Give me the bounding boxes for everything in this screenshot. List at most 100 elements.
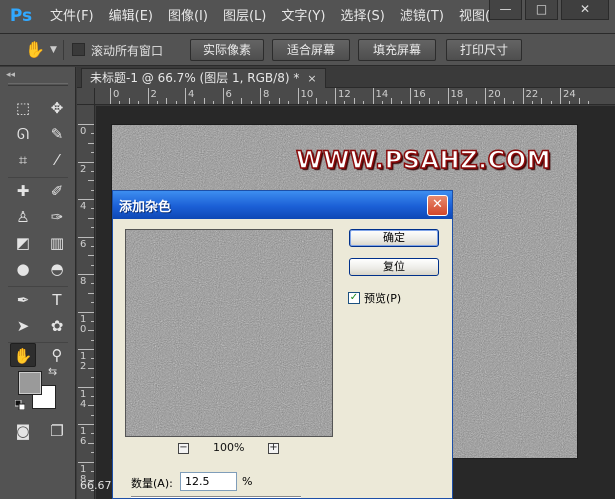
ruler-minor-tick — [91, 227, 94, 229]
menu-filter[interactable]: 滤镜(T) — [400, 0, 444, 34]
eraser-icon[interactable]: ◩ — [10, 231, 36, 255]
fit-screen-button[interactable]: 适合屏幕 — [272, 39, 350, 61]
quick-mask-icon[interactable]: ◙ — [10, 419, 36, 443]
ruler-minor-tick — [203, 98, 205, 104]
panel-grip[interactable] — [8, 83, 68, 86]
ruler-minor-tick — [88, 255, 94, 257]
collapse-panel-icon[interactable]: ◂◂ — [6, 70, 15, 80]
ruler-minor-tick — [391, 98, 393, 104]
watermark-text: WWW.PSAHZ.COM — [295, 145, 552, 175]
ruler-label: 24 — [563, 89, 576, 100]
ruler-label: 0 — [113, 89, 120, 100]
actual-pixels-button[interactable]: 实际像素 — [190, 39, 264, 61]
swap-colors-icon[interactable]: ⇆ — [48, 365, 57, 378]
ruler-label: 12 — [338, 89, 351, 100]
lasso-icon[interactable]: ᘏ — [10, 122, 36, 146]
zoom-in-button[interactable]: + — [268, 443, 279, 454]
ruler-major-tick — [260, 88, 261, 104]
preview-checkbox[interactable]: ✓ — [348, 292, 360, 304]
close-icon[interactable]: × — [307, 72, 316, 85]
reset-button[interactable]: 复位 — [349, 258, 439, 276]
horizontal-ruler[interactable]: 0 2 4 6 8 10 12 14 16 18 20 22 24 — [95, 88, 615, 105]
ruler-minor-tick — [88, 292, 94, 294]
healing-brush-icon[interactable]: ✚ — [10, 179, 36, 203]
clone-stamp-icon[interactable]: ♙ — [10, 205, 36, 229]
dodge-icon[interactable]: ◓ — [44, 257, 70, 281]
maximize-button[interactable]: □ — [525, 0, 558, 20]
ruler-minor-tick — [91, 208, 94, 210]
preview-zoom-value: 100% — [213, 441, 245, 454]
blur-icon[interactable]: ● — [10, 257, 36, 281]
move-icon[interactable]: ✥ — [44, 96, 70, 120]
minimize-button[interactable]: — — [489, 0, 522, 20]
zoom-out-button[interactable]: − — [178, 443, 189, 454]
amount-input[interactable]: 12.5 — [180, 472, 237, 491]
divider — [8, 177, 68, 178]
ruler-label: 22 — [525, 89, 539, 100]
scroll-all-windows-checkbox[interactable] — [72, 43, 85, 56]
ruler-label: 2 — [150, 89, 157, 100]
menu-select[interactable]: 选择(S) — [340, 0, 384, 34]
shape-icon[interactable]: ✿ — [44, 314, 70, 338]
ruler-major-tick — [372, 88, 374, 104]
eyedropper-icon[interactable]: ⁄ — [44, 148, 70, 172]
ruler-minor-tick — [578, 98, 580, 104]
menu-type[interactable]: 文字(Y) — [281, 0, 325, 34]
ruler-minor-tick — [138, 101, 140, 104]
add-noise-dialog: 添加杂色 ✕ − 100% + 确定 复位 ✓ 预览(P) 数量(A): 12.… — [112, 190, 453, 499]
ruler-minor-tick — [166, 98, 168, 104]
menu-items: 文件(F) 编辑(E) 图像(I) 图层(L) 文字(Y) 选择(S) 滤镜(T… — [50, 0, 505, 34]
ruler-minor-tick — [569, 101, 571, 104]
screen-mode-icon[interactable]: ❐ — [44, 419, 70, 443]
ruler-minor-tick — [250, 101, 252, 104]
zoom-icon[interactable]: ⚲ — [44, 343, 70, 367]
dialog-titlebar[interactable]: 添加杂色 ✕ — [113, 191, 452, 219]
menu-layer[interactable]: 图层(L) — [223, 0, 266, 34]
brush-icon[interactable]: ✐ — [44, 179, 70, 203]
menu-file[interactable]: 文件(F) — [50, 0, 94, 34]
fill-screen-button[interactable]: 填充屏幕 — [358, 39, 436, 61]
ruler-minor-tick — [91, 302, 94, 304]
print-size-button[interactable]: 打印尺寸 — [446, 39, 522, 61]
dialog-close-button[interactable]: ✕ — [427, 195, 448, 216]
ok-button[interactable]: 确定 — [349, 229, 439, 247]
menu-image[interactable]: 图像(I) — [168, 0, 208, 34]
pen-icon[interactable]: ✒ — [10, 288, 36, 312]
foreground-color-swatch[interactable] — [18, 371, 42, 395]
vertical-ruler[interactable]: 024681012141618 — [77, 105, 95, 499]
ruler-minor-tick — [531, 101, 533, 104]
menu-edit[interactable]: 编辑(E) — [109, 0, 153, 34]
ruler-minor-tick — [541, 98, 543, 104]
gradient-icon[interactable]: ▥ — [44, 231, 70, 255]
close-window-button[interactable]: ✕ — [561, 0, 609, 20]
ruler-minor-tick — [288, 101, 290, 104]
scroll-all-windows-label: 滚动所有窗口 — [91, 44, 164, 58]
ruler-minor-tick — [88, 217, 94, 219]
ruler-minor-tick — [588, 101, 590, 104]
history-brush-icon[interactable]: ✑ — [44, 205, 70, 229]
amount-slider[interactable] — [131, 496, 301, 498]
marquee-icon[interactable]: ⬚ — [10, 96, 36, 120]
ruler-minor-tick — [119, 101, 121, 104]
hand-icon[interactable]: ✋ — [10, 343, 36, 367]
ruler-minor-tick — [306, 101, 308, 104]
default-colors-icon[interactable] — [15, 400, 25, 410]
ruler-major-tick — [185, 88, 186, 104]
chevron-down-icon[interactable]: ▼ — [50, 40, 57, 60]
ruler-minor-tick — [419, 101, 421, 104]
crop-icon[interactable]: ⌗ — [10, 148, 36, 172]
ruler-major-tick — [78, 274, 94, 275]
document-tab[interactable]: 未标题-1 @ 66.7% (图层 1, RGB/8) * × — [81, 68, 326, 88]
quick-selection-icon[interactable]: ✎ — [44, 122, 70, 146]
ruler-minor-tick — [363, 101, 365, 104]
zoom-status[interactable]: 66.67 — [80, 479, 112, 492]
filter-preview[interactable] — [125, 229, 333, 437]
ruler-minor-tick — [325, 101, 327, 104]
hand-tool-preset-icon[interactable]: ✋ — [22, 40, 48, 60]
ruler-origin[interactable] — [77, 88, 95, 105]
ruler-major-tick — [297, 88, 299, 104]
ruler-minor-tick — [438, 101, 440, 104]
type-icon[interactable]: T — [44, 288, 70, 312]
ruler-minor-tick — [91, 358, 94, 360]
path-selection-icon[interactable]: ➤ — [10, 314, 36, 338]
